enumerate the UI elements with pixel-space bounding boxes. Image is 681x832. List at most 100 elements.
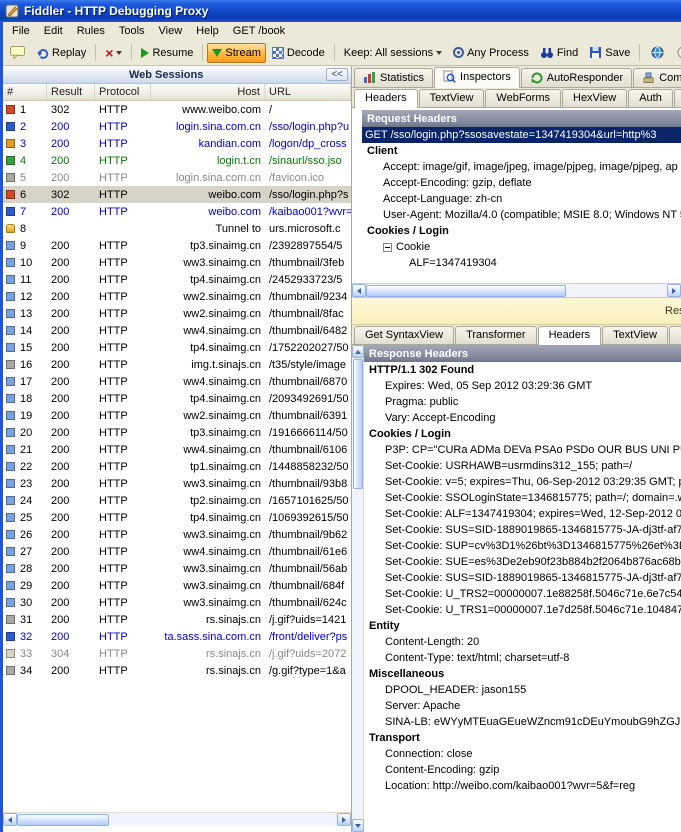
header-group-row[interactable]: Cookies / Login xyxy=(364,426,681,442)
tab-transformer[interactable]: Transformer xyxy=(455,326,537,344)
header-item-row[interactable]: Set-Cookie: USRHAWB=usrmdins312_155; pat… xyxy=(364,458,681,474)
header-item-row[interactable]: User-Agent: Mozilla/4.0 (compatible; MSI… xyxy=(362,207,681,223)
header-item-row[interactable]: Set-Cookie: SUS=SID-1889019865-134681577… xyxy=(364,570,681,586)
header-item-row[interactable]: SINA-LB: eWYyMTEuaGEueWZncm91cDEuYmoubG9… xyxy=(364,714,681,730)
header-group-row[interactable]: Entity xyxy=(364,618,681,634)
session-row[interactable]: 6302HTTPweibo.com/sso/login.php?s xyxy=(3,186,351,203)
sessions-hscrollbar[interactable] xyxy=(3,812,351,826)
session-row[interactable]: 26200HTTPww3.sinaimg.cn/thumbnail/9b62 xyxy=(3,526,351,543)
header-item-row[interactable]: Set-Cookie: SUP=cv%3D1%26bt%3D1346815775… xyxy=(364,538,681,554)
session-row[interactable]: 30200HTTPww3.sinaimg.cn/thumbnail/624c xyxy=(3,594,351,611)
keep-sessions-dropdown[interactable]: Keep: All sessions xyxy=(339,43,447,63)
session-row[interactable]: 15200HTTPtp4.sinaimg.cn/1752202027/50 xyxy=(3,339,351,356)
header-group-row[interactable]: Miscellaneous xyxy=(364,666,681,682)
header-item-row[interactable]: Cookie xyxy=(362,239,681,255)
header-item-row[interactable]: Connection: close xyxy=(364,746,681,762)
session-row[interactable]: 9200HTTPtp3.sinaimg.cn/2392897554/5 xyxy=(3,237,351,254)
scroll-left-button[interactable] xyxy=(3,813,17,826)
column-header-url[interactable]: URL xyxy=(265,84,351,100)
session-row[interactable]: 13200HTTPww2.sinaimg.cn/thumbnail/8fac xyxy=(3,305,351,322)
header-item-row[interactable]: Accept-Encoding: gzip, deflate xyxy=(362,175,681,191)
stream-toggle-button[interactable]: Stream xyxy=(207,43,265,63)
session-row[interactable]: 12200HTTPww2.sinaimg.cn/thumbnail/9234 xyxy=(3,288,351,305)
any-process-button[interactable]: Any Process xyxy=(448,43,534,63)
header-item-row[interactable]: Pragma: public xyxy=(364,394,681,410)
header-item-row[interactable]: Set-Cookie: U_TRS1=00000007.1e7d258f.504… xyxy=(364,602,681,618)
header-group-row[interactable]: HTTP/1.1 302 Found xyxy=(364,362,681,378)
header-item-row[interactable]: Location: http://weibo.com/kaibao001?wvr… xyxy=(364,778,681,794)
tab-request-hexview[interactable]: HexView xyxy=(562,89,627,107)
tab-response-textview[interactable]: TextView xyxy=(602,326,668,344)
session-row[interactable]: 24200HTTPtp2.sinaimg.cn/1657101625/50 xyxy=(3,492,351,509)
session-timer-button[interactable] xyxy=(672,42,681,63)
tab-request-textview[interactable]: TextView xyxy=(419,89,485,107)
column-header-result[interactable]: Result xyxy=(47,84,95,100)
header-item-row[interactable]: Set-Cookie: SUS=SID-1889019865-134681577… xyxy=(364,522,681,538)
session-row[interactable]: 16200HTTPimg.t.sinajs.cn/t35/style/image xyxy=(3,356,351,373)
request-hscrollbar[interactable] xyxy=(352,283,681,297)
session-row[interactable]: 34200HTTPrs.sinajs.cn/g.gif?type=1&a xyxy=(3,662,351,679)
session-row[interactable]: 32200HTTPta.sass.sina.com.cn/front/deliv… xyxy=(3,628,351,645)
session-row[interactable]: 7200HTTPweibo.com/kaibao001?wvr= xyxy=(3,203,351,220)
tab-response-imageview[interactable]: ImageView xyxy=(669,326,681,344)
remove-sessions-button[interactable]: × xyxy=(100,43,127,62)
session-row[interactable]: 29200HTTPww3.sinaimg.cn/thumbnail/684f xyxy=(3,577,351,594)
session-row[interactable]: 5200HTTPlogin.sina.com.cn/favicon.ico xyxy=(3,169,351,186)
menu-item-file[interactable]: File xyxy=(5,23,37,39)
request-line[interactable]: GET /sso/login.php?ssosavestate=13474193… xyxy=(362,127,681,143)
header-item-row[interactable]: Content-Length: 20 xyxy=(364,634,681,650)
header-item-row[interactable]: Expires: Wed, 05 Sep 2012 03:29:36 GMT xyxy=(364,378,681,394)
tab-composer[interactable]: Composer xyxy=(633,68,681,87)
response-vscrollbar[interactable] xyxy=(352,345,364,832)
tab-request-headers[interactable]: Headers xyxy=(354,89,418,108)
header-item-row[interactable]: Set-Cookie: ALF=1347419304; expires=Wed,… xyxy=(364,506,681,522)
session-row[interactable]: 33304HTTPrs.sinajs.cn/j.gif?uids=2072 xyxy=(3,645,351,662)
header-item-row[interactable]: Set-Cookie: SSOLoginState=1346815775; pa… xyxy=(364,490,681,506)
session-row[interactable]: 1302HTTPwww.weibo.com/ xyxy=(3,101,351,118)
scroll-right-button[interactable] xyxy=(667,284,681,297)
session-row[interactable]: 22200HTTPtp1.sinaimg.cn/1448858232/50 xyxy=(3,458,351,475)
session-row[interactable]: 4200HTTPlogin.t.cn/sinaurl/sso.jso xyxy=(3,152,351,169)
session-row[interactable]: 27200HTTPww4.sinaimg.cn/thumbnail/61e6 xyxy=(3,543,351,560)
session-row[interactable]: 18200HTTPtp4.sinaimg.cn/2093492691/50 xyxy=(3,390,351,407)
header-group-row[interactable]: Cookies / Login xyxy=(362,223,681,239)
session-row[interactable]: 31200HTTPrs.sinajs.cn/j.gif?uids=1421 xyxy=(3,611,351,628)
header-item-row[interactable]: Set-Cookie: v=5; expires=Thu, 06-Sep-201… xyxy=(364,474,681,490)
header-item-row[interactable]: DPOOL_HEADER: jason155 xyxy=(364,682,681,698)
tab-autoresponder[interactable]: AutoResponder xyxy=(521,68,632,87)
header-item-row[interactable]: Server: Apache xyxy=(364,698,681,714)
header-item-row[interactable]: Accept-Language: zh-cn xyxy=(362,191,681,207)
menu-item-help[interactable]: Help xyxy=(189,23,226,39)
scroll-thumb[interactable] xyxy=(17,814,109,826)
decode-toggle-button[interactable]: Decode xyxy=(267,43,330,63)
column-header-number[interactable]: # xyxy=(3,84,47,100)
header-item-row[interactable]: Vary: Accept-Encoding xyxy=(364,410,681,426)
session-row[interactable]: 2200HTTPlogin.sina.com.cn/sso/login.php?… xyxy=(3,118,351,135)
session-row[interactable]: 21200HTTPww4.sinaimg.cn/thumbnail/6106 xyxy=(3,441,351,458)
session-row[interactable]: 14200HTTPww4.sinaimg.cn/thumbnail/6482 xyxy=(3,322,351,339)
menu-item-edit[interactable]: Edit xyxy=(37,23,70,39)
scroll-up-button[interactable] xyxy=(352,345,364,358)
scroll-thumb[interactable] xyxy=(366,285,566,297)
tab-request-webforms[interactable]: WebForms xyxy=(485,89,561,107)
browser-globe-button[interactable] xyxy=(646,42,669,63)
menu-item-get-book[interactable]: GET /book xyxy=(226,23,292,39)
replay-button[interactable]: Replay xyxy=(31,42,91,63)
session-row[interactable]: 11200HTTPtp4.sinaimg.cn/2452933723/5 xyxy=(3,271,351,288)
session-row[interactable]: 3200HTTPkandian.com/logon/dp_cross xyxy=(3,135,351,152)
scroll-left-button[interactable] xyxy=(352,284,366,297)
header-item-row[interactable]: Content-Encoding: gzip xyxy=(364,762,681,778)
tab-inspectors[interactable]: Inspectors xyxy=(434,67,520,88)
scroll-thumb[interactable] xyxy=(353,359,363,489)
menu-item-view[interactable]: View xyxy=(152,23,190,39)
header-item-row[interactable]: Set-Cookie: SUE=es%3De2eb90f23b884b2f206… xyxy=(364,554,681,570)
tab-request-auth[interactable]: Auth xyxy=(628,89,673,107)
tab-get-syntaxview[interactable]: Get SyntaxView xyxy=(354,326,454,344)
column-header-host[interactable]: Host xyxy=(151,84,265,100)
session-row[interactable]: 28200HTTPww3.sinaimg.cn/thumbnail/56ab xyxy=(3,560,351,577)
session-row[interactable]: 10200HTTPww3.sinaimg.cn/thumbnail/3feb xyxy=(3,254,351,271)
header-item-row[interactable]: Set-Cookie: U_TRS2=00000007.1e88258f.504… xyxy=(364,586,681,602)
session-row[interactable]: 19200HTTPww2.sinaimg.cn/thumbnail/6391 xyxy=(3,407,351,424)
find-button[interactable]: Find xyxy=(535,43,583,63)
header-group-row[interactable]: Transport xyxy=(364,730,681,746)
